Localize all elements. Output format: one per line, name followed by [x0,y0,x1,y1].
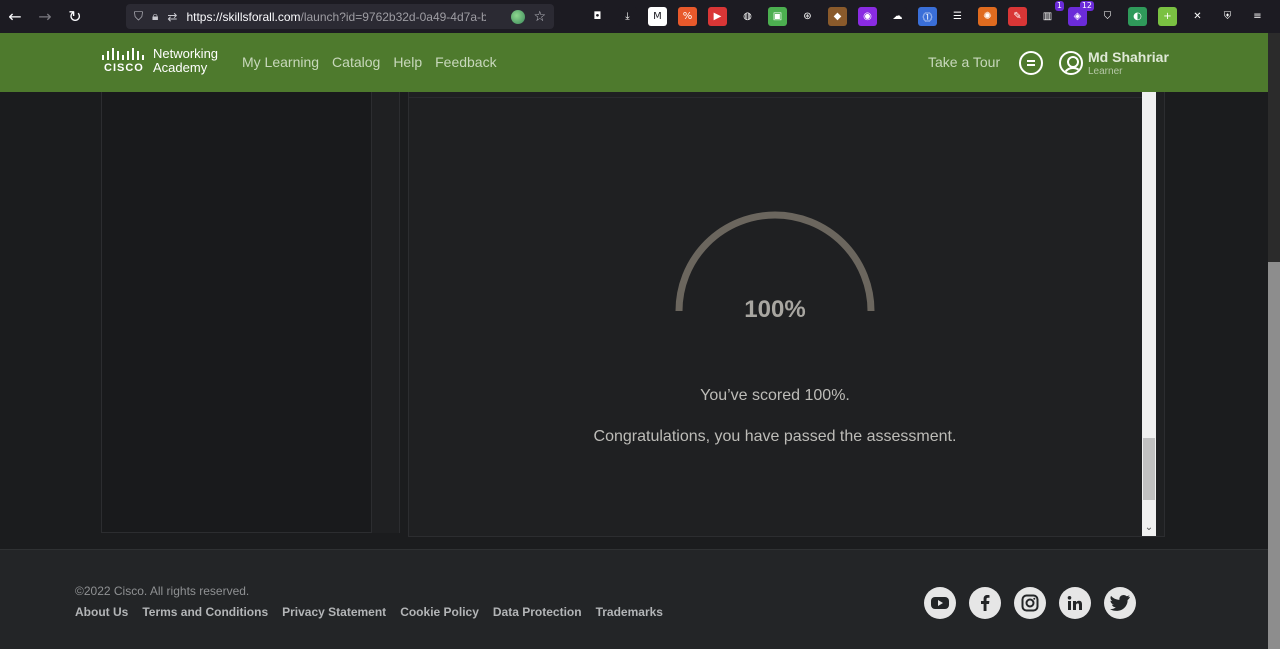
bookmark-star-icon[interactable]: ☆ [533,9,546,25]
score-message: You’ve scored 100%. [700,387,850,404]
footer-link-trademarks[interactable]: Trademarks [596,605,663,619]
social-links [924,587,1136,619]
extension-badge: 12 [1079,1,1094,11]
footer-links: About Us Terms and Conditions Privacy St… [75,605,663,619]
blue-circle-extension-icon[interactable]: ⓵ [918,7,937,26]
download-icon[interactable]: ⤓ [618,7,637,26]
scroll-down-arrow-icon[interactable]: ⌄ [1143,522,1155,534]
youtube-icon[interactable] [924,587,956,619]
tracking-shield-icon[interactable]: ⛉ [134,9,143,24]
user-name[interactable]: Md Shahriar [1088,49,1169,65]
user-role: Learner [1088,66,1123,77]
logo-line-1: Networking [153,46,219,61]
permissions-icon[interactable]: ⇄ [167,10,177,24]
url-path: /launch?id=9762b32d-0a49-4d7a-b6 [300,9,487,24]
panel-divider [409,97,1142,98]
m-extension-icon[interactable]: M [648,7,667,26]
course-sidebar-panel [101,92,372,533]
assessment-scrollbar[interactable]: ⌄ [1142,92,1156,536]
take-a-tour-link[interactable]: Take a Tour [928,54,1000,70]
menu-icon[interactable]: ≡ [1248,7,1267,26]
assessment-scrollbar-thumb[interactable] [1143,438,1155,500]
pocket-icon[interactable]: ◘ [588,7,607,26]
bars-extension-icon[interactable]: ▥ 1 [1038,1,1064,26]
site-footer: ©2022 Cisco. All rights reserved. About … [0,549,1268,649]
brown-extension-icon[interactable]: ◆ [828,7,847,26]
reload-icon[interactable]: ↻ [60,0,90,33]
linkedin-icon[interactable] [1059,587,1091,619]
shield-extension-icon[interactable]: ⛉ [1098,7,1117,26]
user-avatar-icon[interactable] [1059,51,1083,75]
cisco-logo[interactable]: CISCO Networking Academy [101,46,218,76]
nav-my-learning[interactable]: My Learning [242,54,319,70]
plus-extension-icon[interactable]: + [1158,7,1177,26]
twitter-icon[interactable] [1104,587,1136,619]
extensions-toolbar: ◘ ⤓ M% ▶ ◍ ▣ ⊛ ◆ ◉ ☁ ⓵ ☰ ✺ ✎ ▥ 1 ◈ 12 ⛉ ◐ + ✕ ⛨ ≡ [588,0,1267,33]
logo-line-2: Academy [153,60,208,75]
nav-help[interactable]: Help [393,54,422,70]
chat-icon[interactable] [1019,51,1043,75]
footer-link-data-protection[interactable]: Data Protection [493,605,582,619]
footer-link-terms[interactable]: Terms and Conditions [142,605,268,619]
glasses-extension-icon[interactable]: ⊛ [798,7,817,26]
facebook-icon[interactable] [969,587,1001,619]
lock-icon[interactable]: 🔒︎ [152,9,158,24]
fox-extension-icon[interactable]: ✺ [978,7,997,26]
cloud-extension-icon[interactable]: ☁ [888,7,907,26]
pass-message: Congratulations, you have passed the ass… [593,428,957,445]
nav-catalog[interactable]: Catalog [332,54,380,70]
sidebar-strip [372,92,400,533]
score-percentage: 100% [744,296,806,323]
cisco-bars-icon [102,48,144,60]
orange-extension-icon[interactable]: % [678,7,697,26]
main-nav: My Learning Catalog Help Feedback [242,54,497,70]
cisco-logo-mark: CISCO [101,46,147,76]
instagram-icon[interactable] [1014,587,1046,619]
logo-text: Networking Academy [153,47,218,75]
back-arrow-icon[interactable]: ← [0,0,30,33]
footer-link-about-us[interactable]: About Us [75,605,128,619]
green-extension-icon[interactable]: ▣ [768,7,787,26]
cisco-wordmark: CISCO [104,62,144,74]
tag-extension-icon[interactable]: ◈ 12 [1068,1,1094,26]
pen-extension-icon[interactable]: ✎ [1008,7,1027,26]
purple-extension-icon[interactable]: ◉ [858,7,877,26]
site-extension-icon[interactable] [511,9,526,24]
nav-feedback[interactable]: Feedback [435,54,496,70]
ublock-extension-icon[interactable]: ⛨ [1218,7,1237,26]
red-extension-icon[interactable]: ▶ [708,7,727,26]
page-scrollbar-thumb[interactable] [1268,262,1280,649]
site-header: CISCO Networking Academy My Learning Cat… [0,33,1268,92]
copyright-text: ©2022 Cisco. All rights reserved. [75,584,250,598]
map-extension-icon[interactable]: ◐ [1128,7,1147,26]
globe-extension-icon[interactable]: ◍ [738,7,757,26]
footer-link-cookie-policy[interactable]: Cookie Policy [400,605,479,619]
extension-badge: 1 [1054,1,1064,11]
forward-arrow-icon[interactable]: → [30,0,60,33]
url-host: https://skillsforall.com [186,9,301,24]
url-bar[interactable]: ⛉ 🔒︎ ⇄ https://skillsforall.com/launch?i… [126,4,554,29]
tools-extension-icon[interactable]: ✕ [1188,7,1207,26]
footer-link-privacy[interactable]: Privacy Statement [282,605,386,619]
list-extension-icon[interactable]: ☰ [948,7,967,26]
url-text[interactable]: https://skillsforall.com/launch?id=9762b… [186,10,486,24]
